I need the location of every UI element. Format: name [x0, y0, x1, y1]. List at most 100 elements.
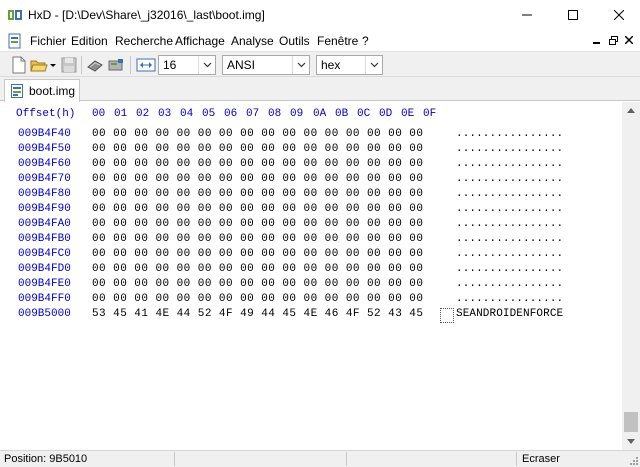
offset-base-dropdown-button[interactable] [365, 56, 382, 74]
mdi-restore-button[interactable] [607, 33, 619, 47]
row-ascii[interactable]: ................ [456, 203, 563, 215]
offset-base-select[interactable]: hex [316, 55, 383, 75]
hex-row: 009B5000 53 45 41 4E 44 52 4F 49 44 45 4… [0, 308, 620, 323]
column-header: 08 [268, 108, 282, 120]
row-bytes[interactable]: 00 00 00 00 00 00 00 00 00 00 00 00 00 0… [92, 143, 423, 155]
hex-row: 009B4F40 00 00 00 00 00 00 00 00 00 00 0… [0, 128, 620, 143]
row-ascii[interactable]: ................ [456, 278, 563, 290]
scroll-down-button[interactable] [622, 433, 640, 450]
minimize-icon [593, 42, 600, 44]
row-bytes[interactable]: 53 45 41 4E 44 52 4F 49 44 45 4E 46 4F 5… [92, 308, 423, 320]
column-header: 0A [313, 108, 327, 120]
row-offset: 009B4F70 [18, 173, 71, 185]
column-header: 0C [357, 108, 371, 120]
menu-recherche[interactable]: Recherche [115, 34, 173, 48]
column-header: 03 [158, 108, 172, 120]
hex-row: 009B4FB0 00 00 00 00 00 00 00 00 00 00 0… [0, 233, 620, 248]
disk-icon[interactable] [107, 56, 125, 74]
row-bytes[interactable]: 00 00 00 00 00 00 00 00 00 00 00 00 00 0… [92, 158, 423, 170]
menu-analyse[interactable]: Analyse [231, 34, 274, 48]
hex-editor-view[interactable]: Offset(h) 00 01 02 03 04 05 06 07 08 09 … [0, 102, 622, 450]
status-position: Position: 9B5010 [4, 453, 88, 465]
resize-grip-icon[interactable] [628, 455, 638, 465]
row-bytes[interactable]: 00 00 00 00 00 00 00 00 00 00 00 00 00 0… [92, 128, 423, 140]
menu-affichage[interactable]: Affichage [175, 34, 225, 48]
document-icon[interactable] [8, 33, 22, 49]
row-ascii[interactable]: ................ [456, 233, 563, 245]
row-ascii[interactable]: ................ [456, 218, 563, 230]
chevron-down-icon[interactable] [48, 56, 58, 74]
row-ascii[interactable]: ................ [456, 263, 563, 275]
menu-outils[interactable]: Outils [279, 34, 310, 48]
row-offset: 009B4F90 [18, 203, 71, 215]
row-bytes[interactable]: 00 00 00 00 00 00 00 00 00 00 00 00 00 0… [92, 233, 423, 245]
status-separator [346, 452, 347, 466]
hex-row: 009B4FF0 00 00 00 00 00 00 00 00 00 00 0… [0, 293, 620, 308]
menu-edition[interactable]: Edition [71, 34, 108, 48]
row-ascii[interactable]: SEANDROIDENFORCE [456, 308, 563, 320]
toolbar-separator [130, 56, 131, 74]
status-edit-mode[interactable]: Ecraser [522, 453, 560, 465]
hex-row: 009B4FC0 00 00 00 00 00 00 00 00 00 00 0… [0, 248, 620, 263]
new-file-icon[interactable] [10, 56, 28, 74]
charset-select[interactable]: ANSI [222, 55, 310, 75]
row-bytes[interactable]: 00 00 00 00 00 00 00 00 00 00 00 00 00 0… [92, 263, 423, 275]
chevron-down-icon [627, 439, 635, 444]
row-bytes[interactable]: 00 00 00 00 00 00 00 00 00 00 00 00 00 0… [92, 188, 423, 200]
minimize-button[interactable] [504, 0, 550, 30]
tab-boot-img[interactable]: boot.img [4, 79, 80, 102]
menu-help[interactable]: ? [362, 34, 369, 48]
row-ascii[interactable]: ................ [456, 173, 563, 185]
status-separator [174, 452, 175, 466]
offset-base-value: hex [321, 58, 341, 72]
row-ascii[interactable]: ................ [456, 188, 563, 200]
toolbar-separator [81, 56, 82, 74]
ram-chip-icon[interactable] [86, 56, 104, 74]
tab-label: boot.img [29, 84, 76, 98]
hex-row: 009B4F50 00 00 00 00 00 00 00 00 00 00 0… [0, 143, 620, 158]
maximize-icon [568, 10, 578, 20]
row-ascii[interactable]: ................ [456, 143, 563, 155]
column-header: 05 [202, 108, 216, 120]
scroll-thumb[interactable] [624, 412, 638, 432]
menu-fenetre[interactable]: Fenêtre [317, 34, 358, 48]
bytes-per-row-dropdown-button[interactable] [198, 56, 215, 74]
mdi-minimize-button[interactable] [591, 33, 603, 47]
row-offset: 009B4F50 [18, 143, 71, 155]
row-bytes[interactable]: 00 00 00 00 00 00 00 00 00 00 00 00 00 0… [92, 218, 423, 230]
column-header: 07 [246, 108, 260, 120]
menu-bar: Fichier Edition Recherche Affichage Anal… [0, 30, 640, 51]
hex-file-icon [11, 84, 23, 98]
close-button[interactable] [596, 0, 640, 30]
title-bar: HxD - [D:\Dev\Share\_j32016\_last\boot.i… [0, 0, 640, 30]
hex-row: 009B4FE0 00 00 00 00 00 00 00 00 00 00 0… [0, 278, 620, 293]
hxd-app-icon [8, 10, 22, 20]
menu-fichier[interactable]: Fichier [30, 34, 66, 48]
close-icon [614, 10, 624, 20]
bytes-per-row-select[interactable]: 16 [158, 55, 216, 75]
maximize-button[interactable] [550, 0, 596, 30]
mdi-close-button[interactable] [623, 33, 635, 47]
window-title: HxD - [D:\Dev\Share\_j32016\_last\boot.i… [28, 8, 265, 22]
scroll-up-button[interactable] [622, 102, 640, 119]
offset-header-label: Offset(h) [16, 108, 76, 120]
row-offset: 009B4FB0 [18, 233, 71, 245]
row-bytes[interactable]: 00 00 00 00 00 00 00 00 00 00 00 00 00 0… [92, 203, 423, 215]
open-folder-icon[interactable] [30, 56, 48, 74]
row-bytes[interactable]: 00 00 00 00 00 00 00 00 00 00 00 00 00 0… [92, 173, 423, 185]
column-header: 0B [335, 108, 349, 120]
save-icon[interactable] [60, 56, 78, 74]
row-ascii[interactable]: ................ [456, 128, 563, 140]
tab-strip: boot.img [0, 77, 640, 102]
row-bytes[interactable]: 00 00 00 00 00 00 00 00 00 00 00 00 00 0… [92, 278, 423, 290]
row-ascii[interactable]: ................ [456, 158, 563, 170]
charset-dropdown-button[interactable] [292, 56, 309, 74]
row-offset: 009B4FC0 [18, 248, 71, 260]
row-ascii[interactable]: ................ [456, 248, 563, 260]
row-offset: 009B4FE0 [18, 278, 71, 290]
row-bytes[interactable]: 00 00 00 00 00 00 00 00 00 00 00 00 00 0… [92, 293, 423, 305]
row-bytes[interactable]: 00 00 00 00 00 00 00 00 00 00 00 00 00 0… [92, 248, 423, 260]
row-offset: 009B4FA0 [18, 218, 71, 230]
vertical-scrollbar[interactable] [622, 102, 640, 450]
row-ascii[interactable]: ................ [456, 293, 563, 305]
